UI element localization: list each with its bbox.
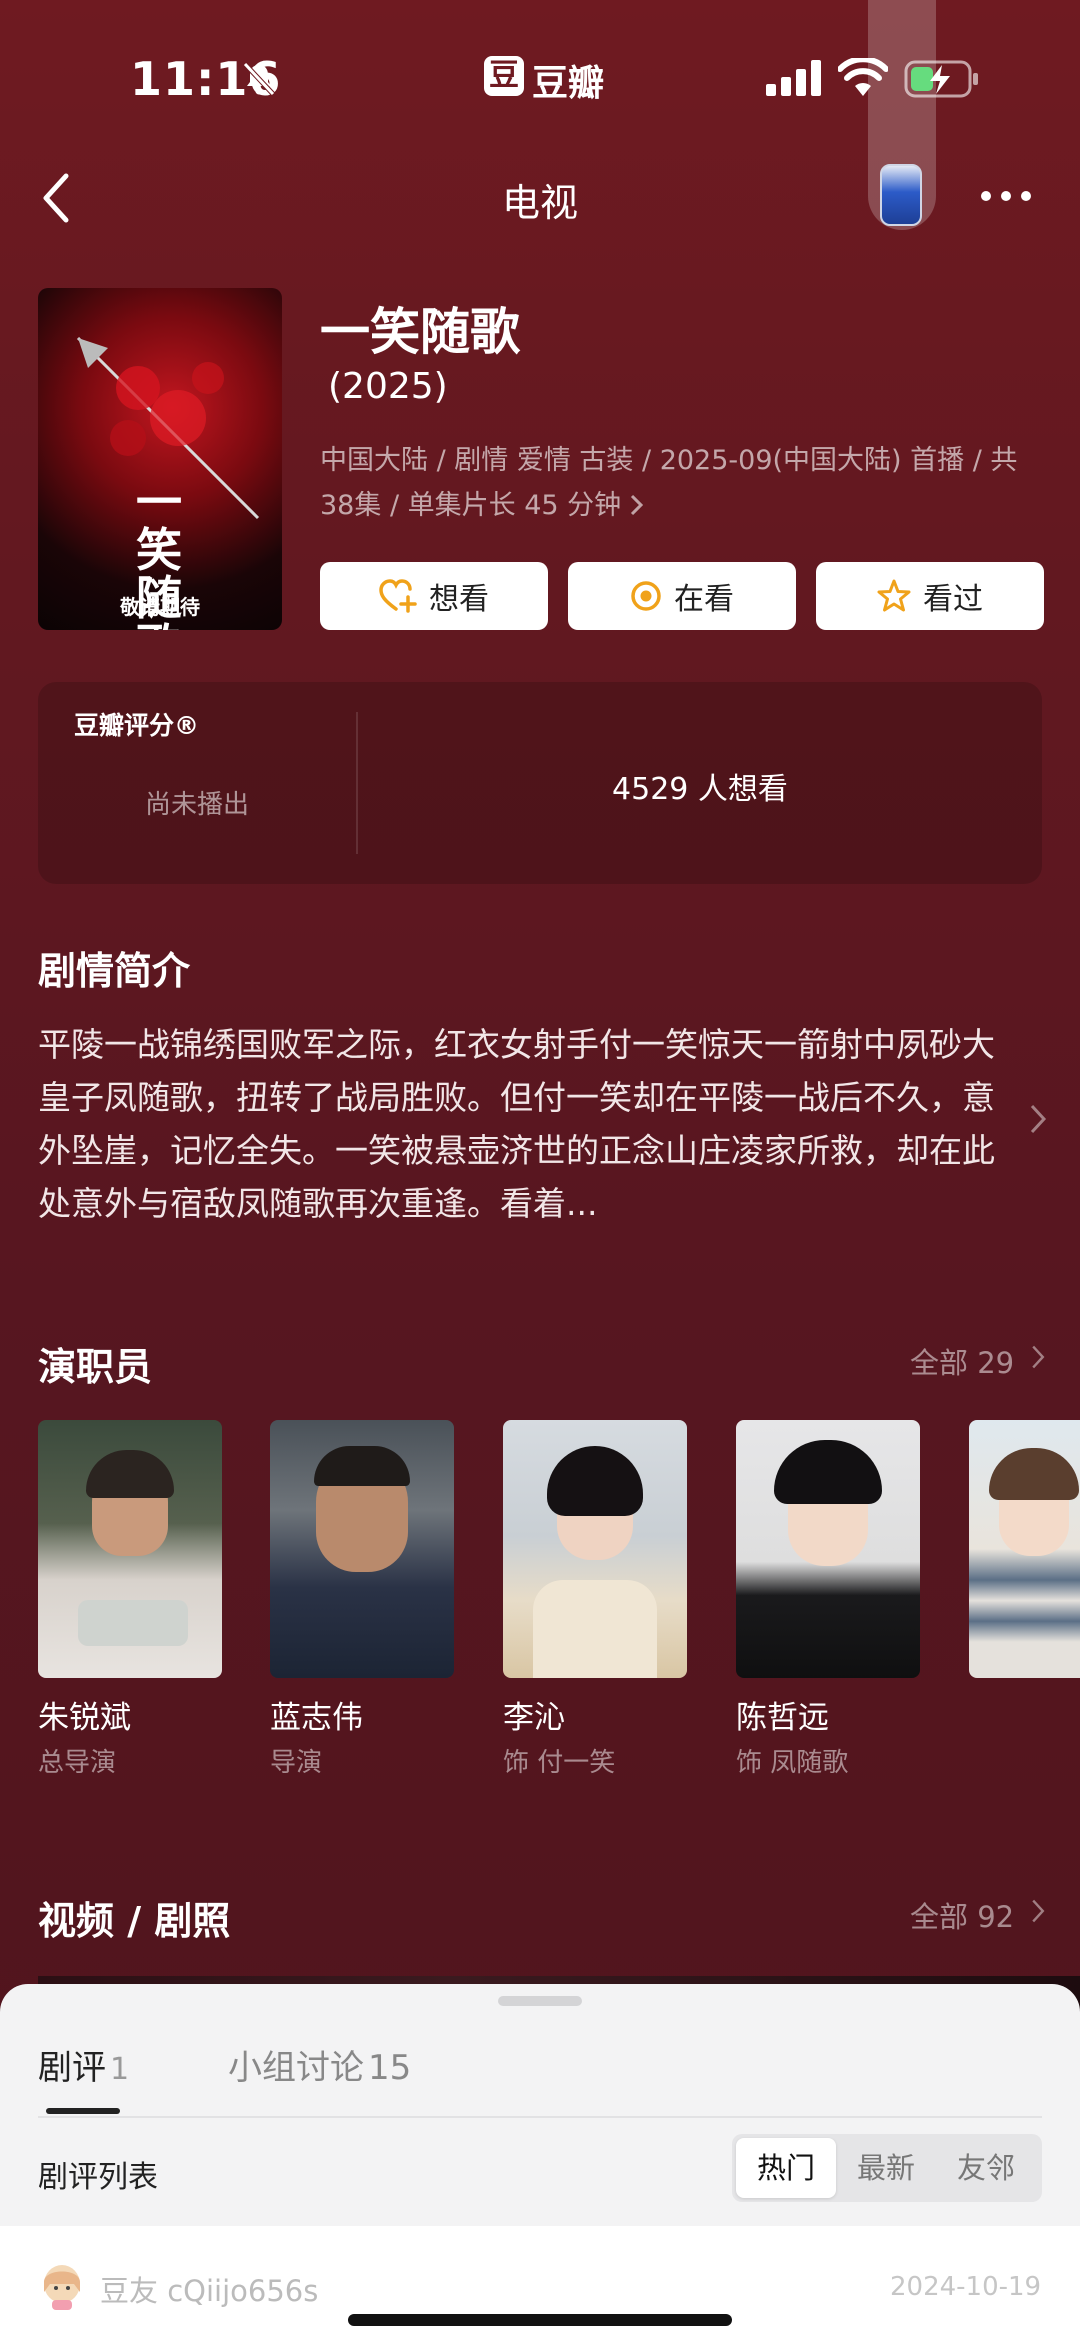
- cast-role: 总导演: [38, 1748, 117, 1778]
- cast-role: 饰 凤随歌: [736, 1748, 849, 1778]
- want-to-watch-count: 4529 人想看: [612, 772, 788, 807]
- show-poster[interactable]: 一笑随歌 敬请期待: [38, 288, 282, 630]
- target-icon: [631, 581, 661, 611]
- watching-button[interactable]: 在看: [568, 562, 796, 630]
- cast-role: 饰 付一笑: [503, 1748, 616, 1778]
- sheet-grabber-handle[interactable]: [498, 1996, 582, 2006]
- tab-group-discussions[interactable]: 小组讨论 15: [228, 2040, 411, 2089]
- douban-rating-label: 豆瓣评分®: [74, 711, 200, 740]
- tab-groups-label: 小组讨论: [228, 2048, 364, 2088]
- want-to-watch-button[interactable]: 想看: [320, 562, 548, 630]
- show-meta-text: 中国大陆 / 剧情 爱情 古装 / 2025-09(中国大陆) 首播 / 共38…: [320, 445, 1018, 521]
- media-heading: 视频 / 剧照: [38, 1899, 231, 1943]
- home-indicator[interactable]: [348, 2314, 732, 2326]
- review-date: 2024-10-19: [890, 2272, 1042, 2302]
- cast-photo: [503, 1420, 687, 1678]
- reviewer-avatar[interactable]: [40, 2262, 84, 2310]
- app-name: 豆瓣: [532, 63, 605, 104]
- reviewer-name[interactable]: 豆友 cQiijo656s: [100, 2268, 318, 2310]
- cast-card[interactable]: 蓝志伟 导演: [270, 1420, 454, 1778]
- cast-photo: [270, 1420, 454, 1678]
- watching-label: 在看: [674, 582, 734, 617]
- cast-card[interactable]: 陈哲远 饰 凤随歌: [736, 1420, 920, 1778]
- tab-groups-count: 15: [368, 2048, 412, 2088]
- rating-status: 尚未播出: [144, 790, 249, 820]
- heart-plus-icon: [379, 579, 417, 613]
- bell-muted-icon: [243, 62, 275, 96]
- media-see-all-chevron-icon[interactable]: [1030, 1897, 1046, 1925]
- cast-card[interactable]: 朱锐斌 总导演: [38, 1420, 222, 1778]
- cast-role: 导演: [270, 1748, 323, 1778]
- sort-friends-option[interactable]: 友邻: [936, 2138, 1036, 2198]
- tab-reviews-label: 剧评: [38, 2048, 106, 2088]
- cast-name: 朱锐斌: [38, 1700, 131, 1736]
- show-title: 一笑随歌: [320, 303, 520, 361]
- synopsis-heading: 剧情简介: [38, 949, 191, 993]
- watched-label: 看过: [923, 582, 983, 617]
- cellular-signal-icon: [766, 60, 821, 96]
- show-meta-info[interactable]: 中国大陆 / 剧情 爱情 古装 / 2025-09(中国大陆) 首播 / 共38…: [320, 438, 1050, 528]
- sheet-divider: [38, 2116, 1042, 2118]
- tab-reviews[interactable]: 剧评 1: [38, 2040, 129, 2089]
- cast-see-all-chevron-icon[interactable]: [1030, 1343, 1046, 1371]
- cast-card[interactable]: 李沁 饰 付一笑: [503, 1420, 687, 1778]
- synopsis-text[interactable]: 平陵一战锦绣国败军之际，红衣女射手付一笑惊天一箭射中夙砂大皇子凤随歌，扭转了战局…: [38, 1018, 998, 1230]
- cast-card[interactable]: 夏梦 饰 凤戏阳: [969, 1420, 1080, 1678]
- cast-photo: [736, 1420, 920, 1678]
- star-icon: [877, 579, 911, 612]
- cast-name: 蓝志伟: [270, 1700, 363, 1736]
- show-year: (2025): [328, 366, 448, 407]
- poster-tagline: 敬请期待: [120, 595, 200, 619]
- sort-segmented-control[interactable]: 热门 最新 友邻: [732, 2134, 1042, 2202]
- want-to-watch-label: 想看: [429, 582, 489, 617]
- douban-app-icon: 豆: [484, 56, 524, 96]
- sort-latest-option[interactable]: 最新: [836, 2138, 936, 2198]
- sort-hot-option[interactable]: 热门: [736, 2138, 836, 2198]
- cast-heading: 演职员: [38, 1345, 153, 1389]
- cast-see-all-link[interactable]: 全部 29: [910, 1340, 1014, 1382]
- nav-title: 电视: [501, 181, 578, 225]
- media-see-all-label: 全部 92: [910, 1900, 1015, 1934]
- cast-see-all-label: 全部 29: [910, 1346, 1015, 1380]
- synopsis-expand-chevron-icon[interactable]: [1028, 1102, 1048, 1136]
- tab-reviews-count: 1: [110, 2052, 130, 2087]
- watched-button[interactable]: 看过: [816, 562, 1044, 630]
- review-list-label: 剧评列表: [38, 2160, 158, 2195]
- active-tab-indicator: [46, 2108, 120, 2114]
- cast-name: 陈哲远: [736, 1700, 829, 1736]
- media-see-all-link[interactable]: 全部 92: [910, 1894, 1014, 1936]
- cast-name: 李沁: [503, 1700, 565, 1736]
- more-options-icon[interactable]: [978, 188, 1034, 204]
- chevron-right-icon: [631, 494, 644, 516]
- cast-photo: [969, 1420, 1080, 1678]
- cast-photo: [38, 1420, 222, 1678]
